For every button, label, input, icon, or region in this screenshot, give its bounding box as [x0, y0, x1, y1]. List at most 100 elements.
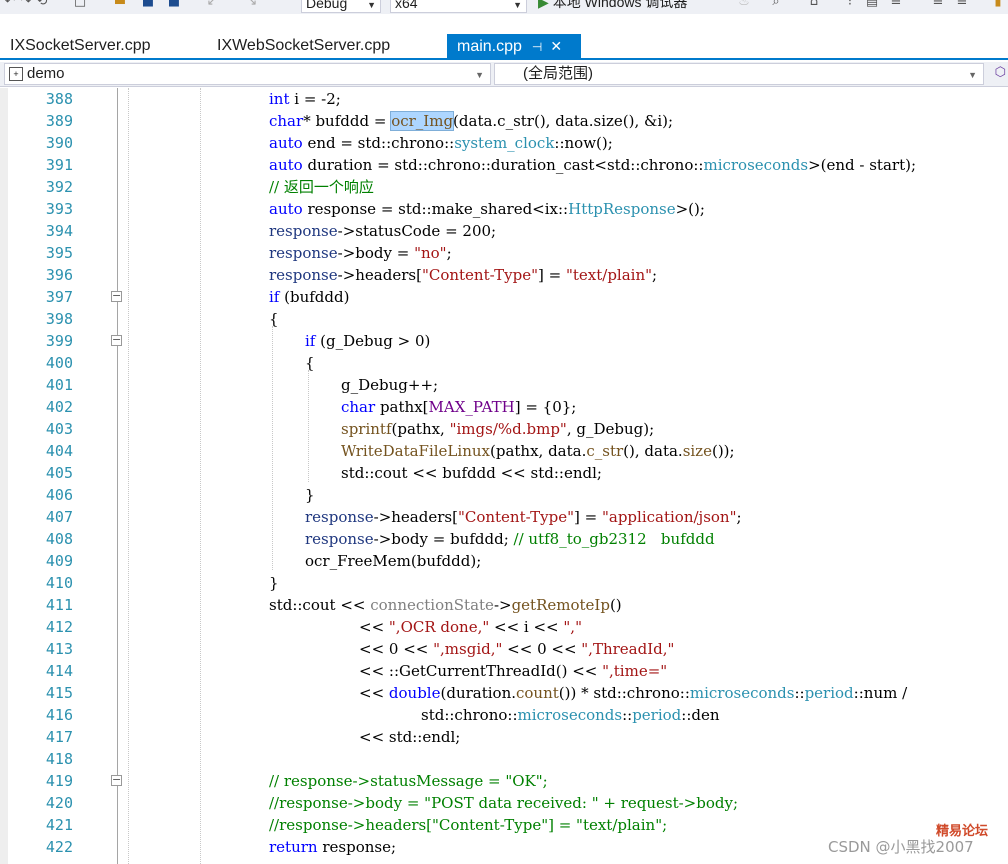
code-comment: //response->headers["Content-Type"] = "t…	[269, 816, 668, 834]
code-token: ()	[609, 596, 622, 614]
code-token: response;	[317, 838, 397, 856]
line-number: 391	[45, 156, 73, 174]
code-text: g_Debug++;	[341, 376, 439, 394]
code-token: <<	[359, 684, 389, 702]
save-icon[interactable]: ■	[140, 0, 156, 10]
tab-ixsocketserver[interactable]: IXSocketServer.cpp	[0, 34, 161, 58]
find-icon[interactable]: ⌕	[768, 0, 784, 10]
undo-icon[interactable]: ↶	[2, 0, 18, 10]
code-token: char	[269, 112, 304, 130]
code-token: ] = {0};	[514, 398, 577, 416]
code-token: pathx[	[375, 398, 429, 416]
fire-icon[interactable]: ♨	[736, 0, 752, 10]
redo-arrow-icon[interactable]: ↘	[244, 0, 260, 10]
config-select[interactable]: Debug ▼	[301, 0, 381, 13]
code-text: response->headers["Content-Type"] = "tex…	[269, 264, 657, 286]
close-icon[interactable]: ✕	[550, 38, 562, 54]
code-line: 416 std::chrono::microseconds::period::d…	[0, 704, 1008, 726]
overflow-icon[interactable]: ⁝	[842, 0, 858, 10]
code-line: 409 ocr_FreeMem(bufddd);	[0, 550, 1008, 572]
line-number: 400	[45, 354, 73, 372]
code-token: microseconds	[703, 156, 809, 174]
document-tabs: IXSocketServer.cpp IXWebSocketServer.cpp…	[0, 34, 1008, 60]
platform-select[interactable]: x64 ▼	[390, 0, 527, 13]
project-value: demo	[27, 65, 65, 82]
code-token: ->	[493, 596, 512, 614]
code-token: if	[305, 332, 316, 350]
code-token: ->headers[	[337, 266, 422, 284]
line-number: 390	[45, 134, 73, 152]
cube-icon[interactable]: ⬡	[995, 65, 1006, 80]
project-select[interactable]: + demo ▼	[4, 63, 491, 85]
code-line: 407 response->headers["Content-Type"] = …	[0, 506, 1008, 528]
collapse-icon[interactable]: −	[111, 290, 122, 302]
back-icon[interactable]: ⟲	[34, 0, 50, 10]
code-text: {	[305, 354, 315, 372]
toolbar: ↶ ↷ ⟲ □ ▬ ■ ■ ↙ ↘ Debug ▼ x64 ▼ ▶ 本地 Wind…	[0, 0, 1008, 14]
code-token: getRemoteIp	[511, 596, 610, 614]
code-token: << 0 <<	[359, 640, 434, 658]
code-text: << std::endl;	[359, 728, 461, 746]
line-number: 412	[45, 618, 73, 636]
outdent-icon[interactable]: ≡	[954, 0, 970, 10]
code-comment: //response->body = "POST data received: …	[269, 794, 739, 812]
indent-icon[interactable]: ≡	[930, 0, 946, 10]
line-number: 419	[45, 772, 73, 790]
pin-icon[interactable]: ⊣	[532, 40, 542, 54]
collapse-icon[interactable]: −	[111, 334, 122, 346]
code-line: 388 int i = -2;	[0, 88, 1008, 110]
code-line: 412 << ",OCR done," << i << ","	[0, 616, 1008, 638]
code-line: 403 sprintf(pathx, "imgs/%d.bmp", g_Debu…	[0, 418, 1008, 440]
tab-main[interactable]: main.cpp ⊣ ✕	[447, 34, 581, 58]
code-token: ::	[622, 706, 633, 724]
undo-arrow-icon[interactable]: ↙	[204, 0, 220, 10]
save-all-icon[interactable]: ■	[166, 0, 182, 10]
start-debugging-button[interactable]: ▶ 本地 Windows 调试器	[538, 0, 687, 12]
navigation-bar: + demo ▼ (全局范围) ▼ ⬡	[0, 62, 1008, 87]
code-token: (data.c_str(), data.size(), &i);	[453, 112, 674, 130]
code-token: ","	[563, 618, 582, 636]
layout-icon[interactable]: ▤	[864, 0, 880, 10]
code-token: ;	[446, 244, 452, 262]
code-token: << i <<	[489, 618, 564, 636]
code-token: ::num /	[853, 684, 908, 702]
code-token: ->body =	[337, 244, 415, 262]
code-line: 398 {	[0, 308, 1008, 330]
scope-select[interactable]: (全局范围) ▼	[494, 63, 984, 85]
collapse-icon[interactable]: −	[111, 774, 122, 786]
bookmark-icon[interactable]: ▮	[990, 0, 1006, 10]
align-icon[interactable]: ≡	[888, 0, 904, 10]
code-token: ",ThreadId,"	[581, 640, 675, 658]
code-token: response	[269, 222, 338, 240]
code-token: response	[269, 244, 338, 262]
code-token: period	[632, 706, 682, 724]
open-folder-icon[interactable]: ▬	[112, 0, 128, 10]
code-text: {	[269, 310, 279, 328]
code-text: response->body = "no";	[269, 242, 452, 264]
code-text: return response;	[269, 836, 396, 858]
code-token: (pathx, data.	[489, 442, 587, 460]
selected-identifier: ocr_Img	[390, 111, 455, 131]
code-text: std::cout << connectionState->getRemoteI…	[269, 594, 622, 616]
code-token: ->body = bufddd;	[373, 530, 514, 548]
tab-label: main.cpp	[457, 38, 522, 55]
redo-icon[interactable]: ↷	[18, 0, 34, 10]
code-token: >();	[675, 200, 705, 218]
code-comment: // 返回一个响应	[269, 178, 374, 196]
code-token: ",OCR done,"	[388, 618, 490, 636]
new-project-icon[interactable]: □	[72, 0, 88, 10]
home-icon[interactable]: ⌂	[806, 0, 822, 10]
code-line: 410 }	[0, 572, 1008, 594]
code-line: 405 std::cout << bufddd << std::endl;	[0, 462, 1008, 484]
project-icon: +	[9, 67, 23, 81]
line-number: 410	[45, 574, 73, 592]
code-token: sprintf	[341, 420, 392, 438]
code-token: ",time="	[602, 662, 668, 680]
code-text: << ",OCR done," << i << ","	[359, 616, 582, 638]
tab-ixwebsocketserver[interactable]: IXWebSocketServer.cpp	[207, 34, 400, 58]
code-editor[interactable]: 388 int i = -2; 389 char* bufddd = ocr_I…	[0, 88, 1008, 864]
code-token: (bufddd)	[279, 288, 350, 306]
code-text: std::chrono::microseconds::period::den	[421, 704, 720, 726]
code-token: (duration.	[440, 684, 516, 702]
line-number: 414	[45, 662, 73, 680]
